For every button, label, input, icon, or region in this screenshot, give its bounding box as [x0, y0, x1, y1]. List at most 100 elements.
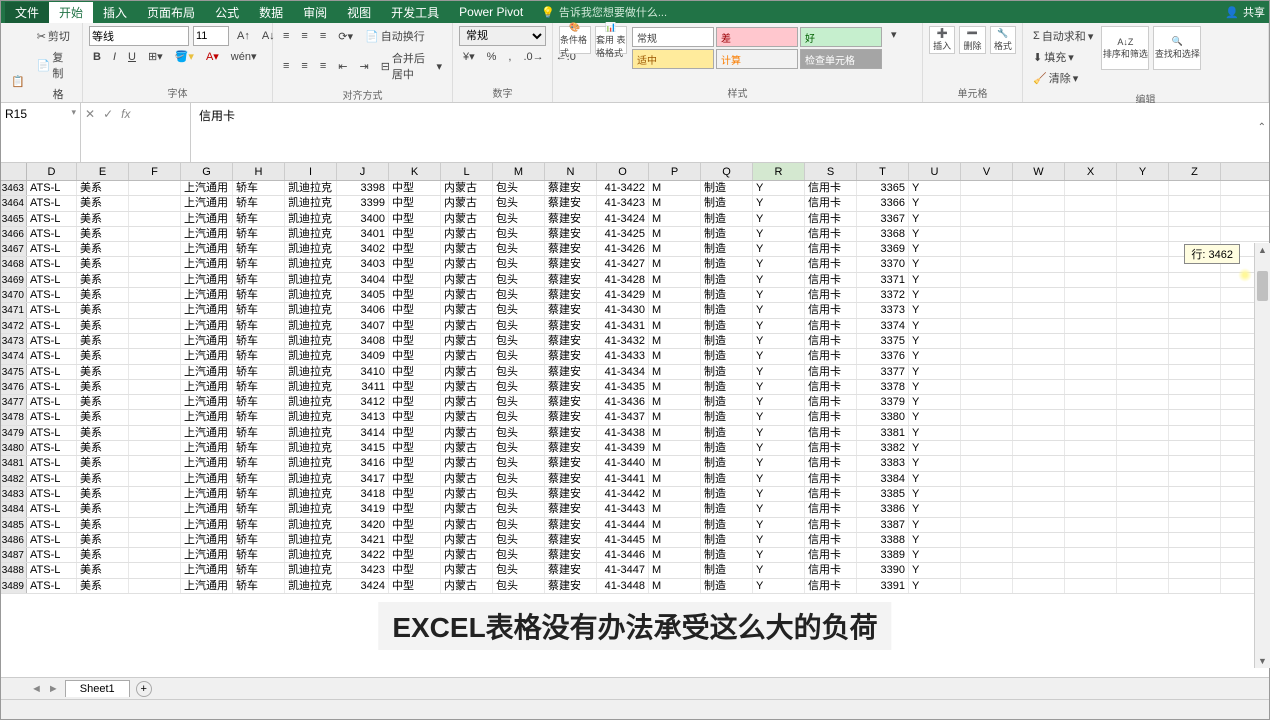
- cell[interactable]: 凯迪拉克: [285, 395, 337, 409]
- border-button[interactable]: ⊞▾: [144, 48, 167, 65]
- cell[interactable]: [1169, 548, 1221, 562]
- cell[interactable]: 包头: [493, 273, 545, 287]
- cell[interactable]: 蔡建安: [545, 257, 597, 271]
- cell[interactable]: [129, 303, 181, 317]
- font-name-select[interactable]: [89, 26, 189, 46]
- cell[interactable]: 41-3436: [597, 395, 649, 409]
- cell[interactable]: 制造: [701, 242, 753, 256]
- menu-home[interactable]: 开始: [49, 2, 93, 23]
- cell[interactable]: [1169, 303, 1221, 317]
- cell[interactable]: 41-3431: [597, 319, 649, 333]
- cell[interactable]: 内蒙古: [441, 563, 493, 577]
- cell[interactable]: M: [649, 548, 701, 562]
- cell[interactable]: [1065, 380, 1117, 394]
- cell[interactable]: 3386: [857, 502, 909, 516]
- column-header-G[interactable]: G: [181, 163, 233, 180]
- cell[interactable]: 内蒙古: [441, 257, 493, 271]
- cell[interactable]: [1117, 257, 1169, 271]
- cell[interactable]: [1169, 456, 1221, 470]
- cell[interactable]: 包头: [493, 380, 545, 394]
- cell[interactable]: 包头: [493, 410, 545, 424]
- cell[interactable]: 凯迪拉克: [285, 380, 337, 394]
- cell[interactable]: 信用卡: [805, 196, 857, 210]
- cell[interactable]: [1117, 563, 1169, 577]
- percent-button[interactable]: %: [483, 49, 501, 65]
- row-header[interactable]: 3486: [1, 533, 27, 547]
- cell[interactable]: 包头: [493, 212, 545, 226]
- cell[interactable]: [1169, 502, 1221, 516]
- cell[interactable]: [1013, 533, 1065, 547]
- menu-layout[interactable]: 页面布局: [137, 2, 205, 23]
- cell[interactable]: 美系: [77, 410, 129, 424]
- column-header-L[interactable]: L: [441, 163, 493, 180]
- cell[interactable]: 凯迪拉克: [285, 196, 337, 210]
- cell[interactable]: [1169, 365, 1221, 379]
- cell[interactable]: [1169, 319, 1221, 333]
- cell[interactable]: Y: [909, 334, 961, 348]
- cell[interactable]: 3379: [857, 395, 909, 409]
- column-header-M[interactable]: M: [493, 163, 545, 180]
- cell[interactable]: 中型: [389, 365, 441, 379]
- cell[interactable]: 3412: [337, 395, 389, 409]
- column-header-O[interactable]: O: [597, 163, 649, 180]
- cell[interactable]: 3367: [857, 212, 909, 226]
- cell[interactable]: 制造: [701, 380, 753, 394]
- cell[interactable]: 3375: [857, 334, 909, 348]
- cell[interactable]: [1065, 303, 1117, 317]
- cell[interactable]: 凯迪拉克: [285, 257, 337, 271]
- cell[interactable]: [961, 196, 1013, 210]
- cell[interactable]: 包头: [493, 502, 545, 516]
- row-header[interactable]: 3477: [1, 395, 27, 409]
- cell[interactable]: [1013, 288, 1065, 302]
- cell[interactable]: 信用卡: [805, 518, 857, 532]
- cell[interactable]: [1065, 579, 1117, 593]
- cell[interactable]: 中型: [389, 395, 441, 409]
- cell[interactable]: 包头: [493, 288, 545, 302]
- menu-data[interactable]: 数据: [249, 2, 293, 23]
- cell[interactable]: 41-3442: [597, 487, 649, 501]
- cell[interactable]: 轿车: [233, 426, 285, 440]
- menu-file[interactable]: 文件: [5, 2, 49, 23]
- cell[interactable]: [1117, 181, 1169, 195]
- cell[interactable]: [1117, 441, 1169, 455]
- cell-style-good[interactable]: 好: [800, 27, 882, 47]
- cell[interactable]: [1013, 518, 1065, 532]
- cell[interactable]: 内蒙古: [441, 533, 493, 547]
- row-header[interactable]: 3481: [1, 456, 27, 470]
- cell[interactable]: M: [649, 319, 701, 333]
- cell[interactable]: 蔡建安: [545, 196, 597, 210]
- align-middle-button[interactable]: ≡: [297, 28, 311, 44]
- cell[interactable]: 41-3441: [597, 472, 649, 486]
- cell[interactable]: 凯迪拉克: [285, 548, 337, 562]
- row-header[interactable]: 3483: [1, 487, 27, 501]
- cell[interactable]: 包头: [493, 579, 545, 593]
- cell[interactable]: M: [649, 212, 701, 226]
- cell[interactable]: 包头: [493, 319, 545, 333]
- cell[interactable]: ATS-L: [27, 227, 77, 241]
- phonetic-button[interactable]: wén▾: [227, 48, 261, 65]
- cell[interactable]: 蔡建安: [545, 441, 597, 455]
- cell[interactable]: Y: [909, 319, 961, 333]
- cell[interactable]: [1013, 487, 1065, 501]
- cell[interactable]: M: [649, 380, 701, 394]
- align-center-button[interactable]: ≡: [297, 58, 311, 74]
- column-header-P[interactable]: P: [649, 163, 701, 180]
- cell[interactable]: Y: [909, 548, 961, 562]
- cell[interactable]: 中型: [389, 518, 441, 532]
- cell[interactable]: ATS-L: [27, 273, 77, 287]
- cell[interactable]: Y: [909, 380, 961, 394]
- cell[interactable]: [1065, 319, 1117, 333]
- cell[interactable]: 凯迪拉克: [285, 502, 337, 516]
- cell[interactable]: 凯迪拉克: [285, 426, 337, 440]
- cell[interactable]: [129, 533, 181, 547]
- cell[interactable]: 制造: [701, 319, 753, 333]
- cell[interactable]: 美系: [77, 196, 129, 210]
- formula-input[interactable]: 信用卡: [191, 103, 1269, 162]
- cell[interactable]: 中型: [389, 410, 441, 424]
- cell-style-normal[interactable]: 常规: [632, 27, 714, 47]
- cell[interactable]: 41-3443: [597, 502, 649, 516]
- cell[interactable]: [1065, 288, 1117, 302]
- cell[interactable]: 信用卡: [805, 212, 857, 226]
- cell[interactable]: [1013, 365, 1065, 379]
- cell[interactable]: 蔡建安: [545, 380, 597, 394]
